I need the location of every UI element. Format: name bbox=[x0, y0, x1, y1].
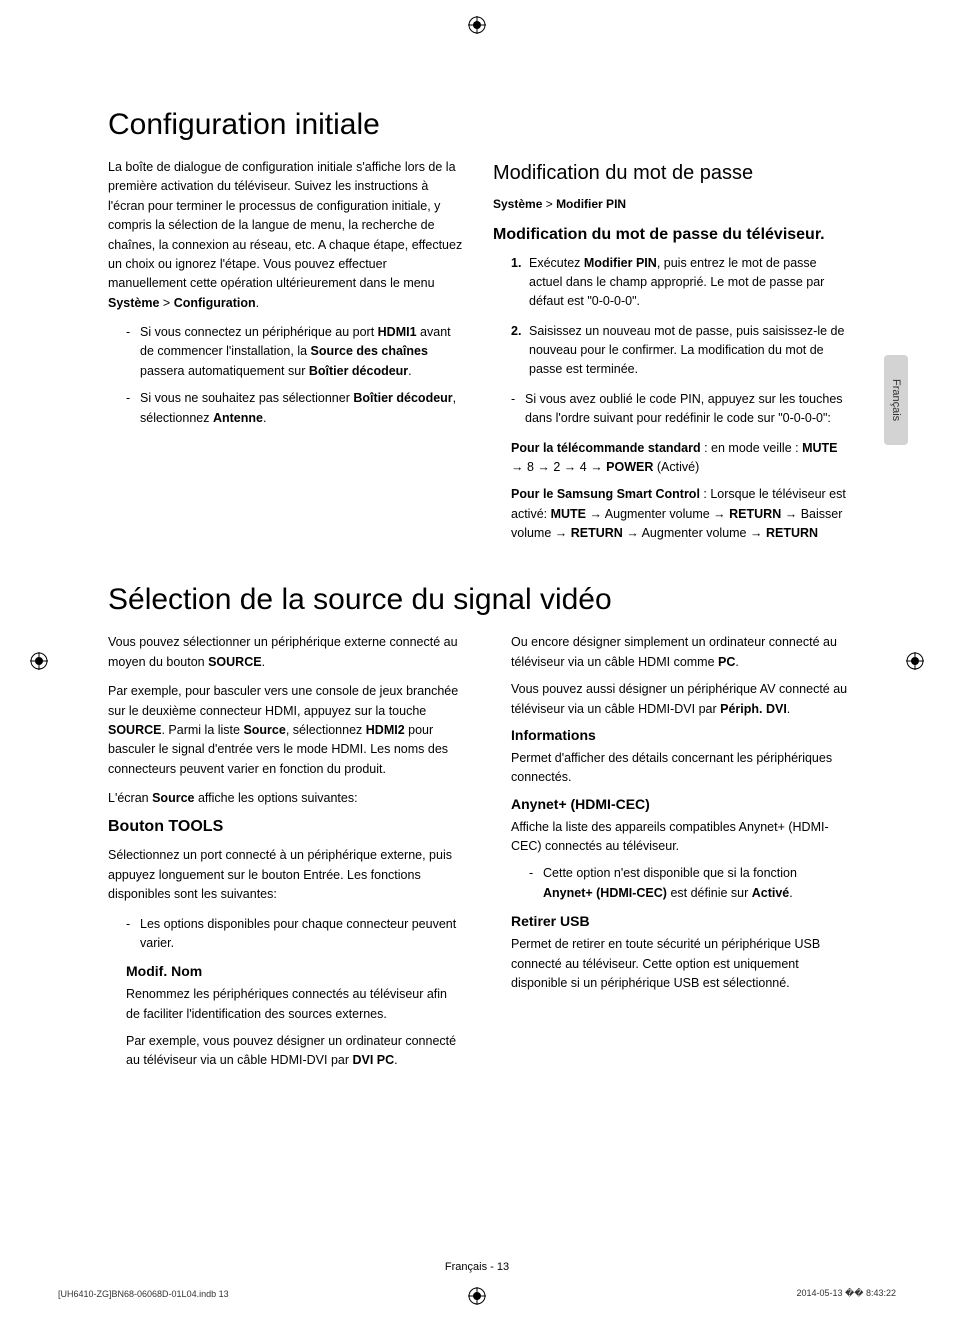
footer-filename: [UH6410-ZG]BN68-06068D-01L04.indb 13 bbox=[58, 1289, 229, 1299]
section1-heading: Configuration initiale bbox=[108, 108, 848, 142]
section2-left-column: Vous pouvez sélectionner un périphérique… bbox=[108, 633, 463, 1080]
list-item: Si vous ne souhaitez pas sélectionner Bo… bbox=[126, 389, 463, 428]
modif-nom-heading: Modif. Nom bbox=[126, 963, 463, 979]
breadcrumb: Système > Modifier PIN bbox=[493, 195, 848, 214]
body-text: Renommez les périphériques connectés au … bbox=[126, 985, 463, 1024]
list-item: Si vous avez oublié le code PIN, appuyez… bbox=[511, 390, 848, 429]
body-text: Permet d'afficher des détails concernant… bbox=[511, 749, 848, 788]
registration-mark-icon bbox=[906, 652, 924, 670]
body-text: Affiche la liste des appareils compatibl… bbox=[511, 818, 848, 857]
informations-heading: Informations bbox=[511, 727, 848, 743]
crop-mark bbox=[0, 26, 12, 27]
crop-mark bbox=[0, 27, 1, 39]
page-content: Configuration initiale La boîte de dialo… bbox=[108, 108, 848, 1111]
registration-mark-icon bbox=[468, 1287, 486, 1305]
list-item: Cette option n'est disponible que si la … bbox=[529, 864, 848, 903]
smart-control-instructions: Pour le Samsung Smart Control : Lorsque … bbox=[511, 485, 848, 543]
section1-left-column: La boîte de dialogue de configuration in… bbox=[108, 158, 463, 553]
crop-mark bbox=[0, 1, 1, 13]
section2-heading: Sélection de la source du signal vidéo bbox=[108, 583, 848, 617]
body-text: Par exemple, pour basculer vers une cons… bbox=[108, 682, 463, 779]
list-item: Si vous connectez un périphérique au por… bbox=[126, 323, 463, 381]
crop-mark bbox=[0, 39, 12, 40]
step-item: Saisissez un nouveau mot de passe, puis … bbox=[511, 322, 848, 380]
registration-mark-icon bbox=[30, 652, 48, 670]
body-text: Vous pouvez sélectionner un périphérique… bbox=[108, 633, 463, 672]
anynet-heading: Anynet+ (HDMI-CEC) bbox=[511, 796, 848, 812]
password-heading: Modification du mot de passe bbox=[493, 162, 848, 185]
crop-mark bbox=[0, 14, 1, 26]
body-text: L'écran Source affiche les options suiva… bbox=[108, 789, 463, 808]
body-text: Ou encore désigner simplement un ordinat… bbox=[511, 633, 848, 672]
registration-mark-icon bbox=[468, 16, 486, 34]
usb-heading: Retirer USB bbox=[511, 913, 848, 929]
footer-timestamp: 2014-05-13 ‭�� 8:43:22 bbox=[796, 1288, 896, 1299]
crop-mark bbox=[0, 0, 12, 1]
language-tab-label: Français bbox=[890, 379, 902, 421]
crop-mark bbox=[0, 13, 12, 14]
crop-mark bbox=[0, 40, 1, 52]
list-item: Les options disponibles pour chaque conn… bbox=[126, 915, 463, 954]
language-tab: Français bbox=[884, 355, 908, 445]
remote-standard-instructions: Pour la télécommande standard : en mode … bbox=[511, 439, 848, 478]
body-text: Sélectionnez un port connecté à un périp… bbox=[108, 846, 463, 904]
tools-heading: Bouton TOOLS bbox=[108, 818, 463, 836]
password-subheading: Modification du mot de passe du télévise… bbox=[493, 226, 848, 244]
body-text: Par exemple, vous pouvez désigner un ord… bbox=[126, 1032, 463, 1071]
crop-mark bbox=[0, 52, 12, 53]
intro-paragraph: La boîte de dialogue de configuration in… bbox=[108, 158, 463, 313]
body-text: Vous pouvez aussi désigner un périphériq… bbox=[511, 680, 848, 719]
step-item: Exécutez Modifier PIN, puis entrez le mo… bbox=[511, 254, 848, 312]
body-text: Permet de retirer en toute sécurité un p… bbox=[511, 935, 848, 993]
section1-right-column: Modification du mot de passe Système > M… bbox=[493, 158, 848, 553]
page-number: Français - 13 bbox=[445, 1261, 509, 1273]
section2-right-column: Ou encore désigner simplement un ordinat… bbox=[493, 633, 848, 1080]
